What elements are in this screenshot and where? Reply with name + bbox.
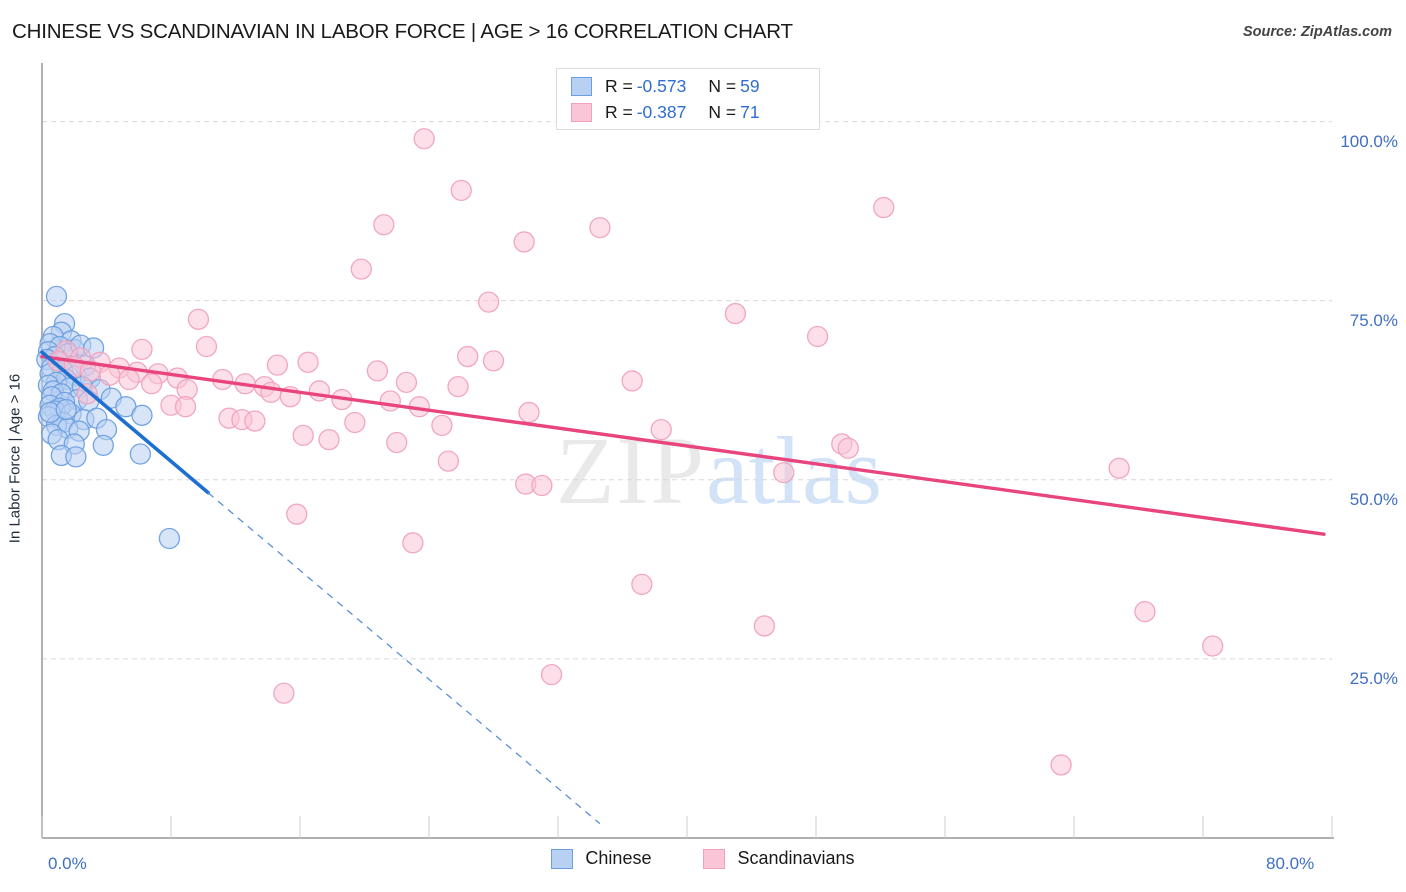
- y-axis-tick-label: 100.0%: [1340, 131, 1398, 151]
- legend-swatch-chinese: [571, 76, 592, 96]
- data-point[interactable]: [873, 196, 895, 219]
- series-legend-label-chinese: Chinese: [585, 848, 652, 868]
- data-point[interactable]: [482, 350, 505, 372]
- series-legend-item-chinese[interactable]: Chinese: [551, 848, 651, 869]
- series-legend-item-scandinavians[interactable]: Scandinavians: [703, 848, 855, 869]
- data-point[interactable]: [837, 437, 859, 459]
- data-point[interactable]: [195, 335, 218, 358]
- data-point[interactable]: [260, 381, 282, 404]
- legend-n-value-scandinavians: 71: [740, 101, 760, 122]
- data-point[interactable]: [540, 664, 563, 686]
- data-point[interactable]: [478, 291, 500, 313]
- data-point[interactable]: [118, 368, 140, 391]
- series-legend-label-scandinavians: Scandinavians: [737, 848, 855, 868]
- legend-n-label-scandinavians: N =: [708, 101, 737, 122]
- data-point[interactable]: [297, 351, 319, 373]
- data-point[interactable]: [518, 401, 540, 424]
- data-point[interactable]: [402, 532, 424, 554]
- data-point[interactable]: [174, 396, 197, 418]
- data-point[interactable]: [1202, 635, 1224, 657]
- data-point[interactable]: [318, 429, 340, 451]
- data-point[interactable]: [379, 390, 401, 412]
- data-point[interactable]: [650, 418, 672, 441]
- data-point[interactable]: [187, 308, 210, 330]
- data-point[interactable]: [724, 302, 747, 325]
- data-point[interactable]: [131, 404, 153, 426]
- data-point[interactable]: [1050, 754, 1072, 776]
- data-point[interactable]: [286, 503, 308, 525]
- y-axis-tick-label: 75.0%: [1349, 310, 1398, 330]
- series-legend: Chinese Scandinavians: [0, 848, 1406, 869]
- data-point[interactable]: [373, 214, 395, 236]
- data-point[interactable]: [806, 325, 829, 348]
- data-point[interactable]: [55, 398, 77, 421]
- data-point[interactable]: [45, 285, 68, 308]
- data-point[interactable]: [413, 128, 435, 150]
- data-point[interactable]: [308, 380, 331, 402]
- data-point[interactable]: [65, 446, 87, 468]
- series-legend-swatch-chinese: [551, 848, 574, 869]
- legend-swatch-scandinavians: [571, 102, 592, 122]
- data-point[interactable]: [513, 231, 535, 253]
- legend-r-value-scandinavians: -0.387: [636, 101, 687, 122]
- data-point[interactable]: [437, 450, 460, 472]
- data-point[interactable]: [273, 682, 295, 704]
- data-point[interactable]: [266, 354, 289, 376]
- data-point[interactable]: [92, 434, 114, 457]
- series-legend-swatch-scandinavians: [703, 848, 726, 869]
- correlation-legend: R = -0.573 N = 59 R = -0.387 N = 71: [556, 68, 820, 130]
- legend-n-label-chinese: N =: [708, 75, 737, 96]
- data-point[interactable]: [386, 431, 408, 454]
- legend-n-value-chinese: 59: [740, 75, 760, 96]
- data-point[interactable]: [158, 527, 181, 550]
- data-point[interactable]: [589, 216, 611, 239]
- data-point[interactable]: [450, 179, 472, 202]
- data-point[interactable]: [140, 373, 163, 395]
- data-point[interactable]: [773, 461, 795, 484]
- data-point[interactable]: [1134, 600, 1156, 623]
- data-point[interactable]: [344, 411, 366, 434]
- legend-row-scandinavians: R = -0.387 N = 71: [571, 99, 809, 125]
- legend-r-value-chinese: -0.573: [636, 75, 687, 96]
- trendline-scandinavians: [40, 354, 1326, 536]
- data-point[interactable]: [531, 474, 553, 497]
- legend-row-chinese: R = -0.573 N = 59: [571, 73, 809, 99]
- data-point[interactable]: [457, 345, 479, 368]
- data-point[interactable]: [431, 414, 453, 436]
- legend-r-label-chinese: R =: [605, 75, 633, 96]
- data-point[interactable]: [244, 410, 266, 432]
- series-points-chinese: [36, 285, 181, 550]
- data-point[interactable]: [366, 360, 389, 382]
- data-point[interactable]: [631, 573, 653, 596]
- legend-r-label-scandinavians: R =: [605, 101, 633, 122]
- data-point[interactable]: [1108, 457, 1130, 479]
- data-point[interactable]: [292, 424, 314, 447]
- y-axis-tick-label: 25.0%: [1349, 668, 1398, 688]
- data-point[interactable]: [395, 371, 418, 394]
- y-axis-tick-label: 50.0%: [1349, 489, 1398, 509]
- series-points-scandinavians: [47, 128, 1224, 776]
- scatter-plot: [36, 63, 1334, 839]
- data-point[interactable]: [131, 338, 153, 361]
- data-point[interactable]: [447, 375, 469, 398]
- data-point[interactable]: [129, 443, 152, 465]
- data-point[interactable]: [350, 258, 372, 280]
- data-point[interactable]: [621, 370, 643, 392]
- data-point[interactable]: [753, 615, 776, 637]
